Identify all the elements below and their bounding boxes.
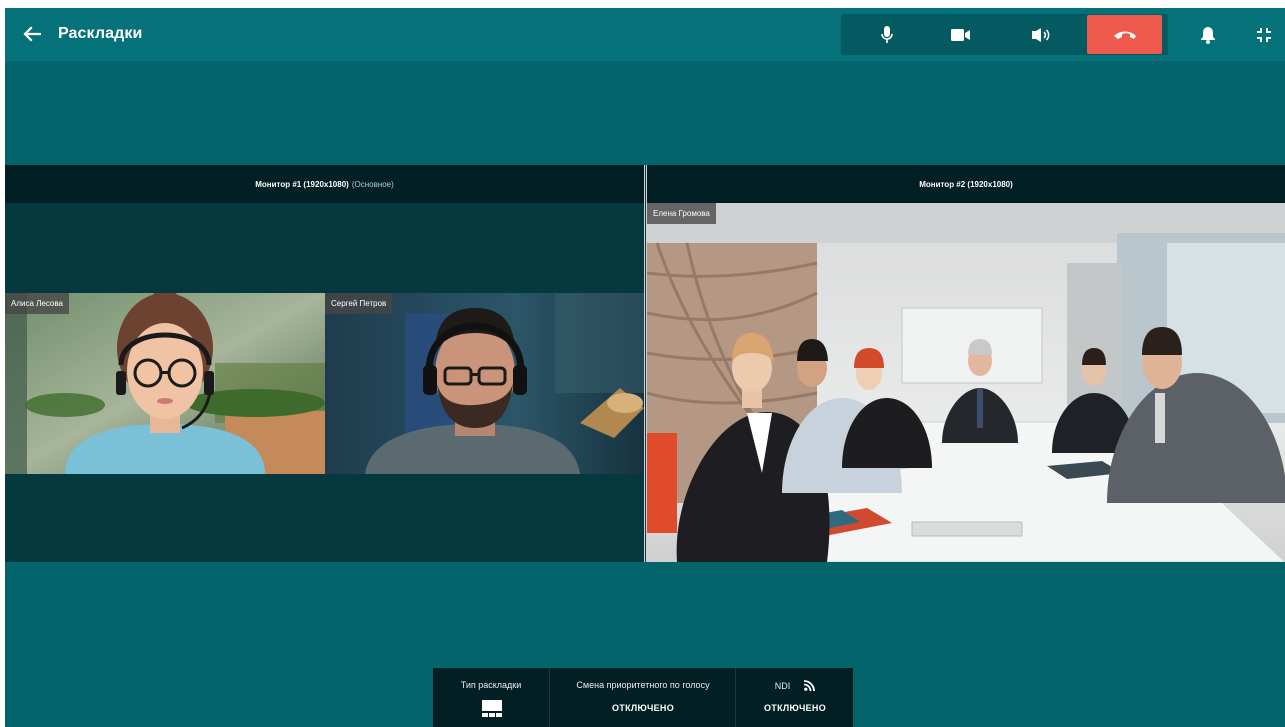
notifications-button[interactable] (1197, 24, 1219, 46)
voice-priority-label: Смена приоритетного по голосу (576, 680, 710, 690)
rss-icon (804, 680, 816, 691)
participant-video (5, 293, 325, 474)
participant-tile[interactable]: Сергей Петров (325, 293, 644, 474)
exit-fullscreen-button[interactable] (1253, 24, 1275, 46)
ndi-label: NDI (774, 680, 791, 691)
layout-type-label: Тип раскладки (460, 680, 522, 690)
participant-name-label: Елена Громова (647, 203, 716, 224)
monitor-divider-line (645, 165, 646, 562)
monitor-2-header[interactable]: Монитор #2 (1920x1080) (647, 165, 1285, 203)
hang-up-icon (1113, 31, 1136, 39)
speaker-icon (1032, 27, 1050, 42)
page-title: Раскладки (58, 25, 143, 42)
ndi-toggle[interactable]: NDI ОТКЛЮЧЕНО (737, 668, 853, 727)
ndi-status: ОТКЛЮЧЕНО (764, 703, 826, 713)
voice-priority-toggle[interactable]: Смена приоритетного по голосу ОТКЛЮЧЕНО (551, 668, 736, 727)
monitor-1-subtitle: (Основное) (351, 179, 394, 189)
participant-name-label: Сергей Петров (325, 293, 393, 314)
participant-name-label: Алиса Лесова (5, 293, 69, 314)
participant-tile[interactable]: Алиса Лесова (5, 293, 325, 474)
layout-settings-panel: Тип раскладки Смена приоритетного по гол… (433, 668, 853, 727)
monitors-area: Монитор #1 (1920x1080) (Основное) Монито… (5, 165, 1285, 562)
layout-grid-icon (482, 700, 502, 717)
arrow-left-icon (23, 26, 41, 42)
back-button[interactable] (20, 22, 44, 46)
exit-fullscreen-icon (1257, 28, 1271, 42)
monitor-2-title: Монитор #2 (1920x1080) (919, 179, 1013, 189)
top-bar: Раскладки (5, 8, 1285, 61)
bell-icon (1201, 27, 1215, 44)
voice-priority-status: ОТКЛЮЧЕНО (612, 703, 674, 713)
monitor-1-canvas: Алиса Лесова Сергей Петров (5, 203, 644, 562)
participant-video (325, 293, 644, 474)
speaker-button[interactable] (1012, 14, 1072, 55)
layout-type-button[interactable]: Тип раскладки (433, 668, 550, 727)
monitor-2-canvas: Елена Громова (647, 203, 1285, 562)
microphone-button[interactable] (857, 14, 917, 55)
ndi-header: NDI (737, 680, 853, 691)
monitor-1-title: Монитор #1 (1920x1080) (255, 179, 349, 189)
microphone-icon (881, 25, 893, 43)
call-controls (841, 14, 1168, 55)
hang-up-button[interactable] (1087, 15, 1162, 54)
layouts-screen: Раскладки Монитор #1 (1920x1080) (Основн… (5, 8, 1285, 727)
monitor-1-header[interactable]: Монитор #1 (1920x1080) (Основное) (5, 165, 644, 203)
camera-button[interactable] (931, 14, 991, 55)
participant-tile[interactable]: Елена Громова (647, 203, 1285, 562)
video-camera-icon (951, 28, 970, 41)
participant-video (647, 203, 1285, 562)
